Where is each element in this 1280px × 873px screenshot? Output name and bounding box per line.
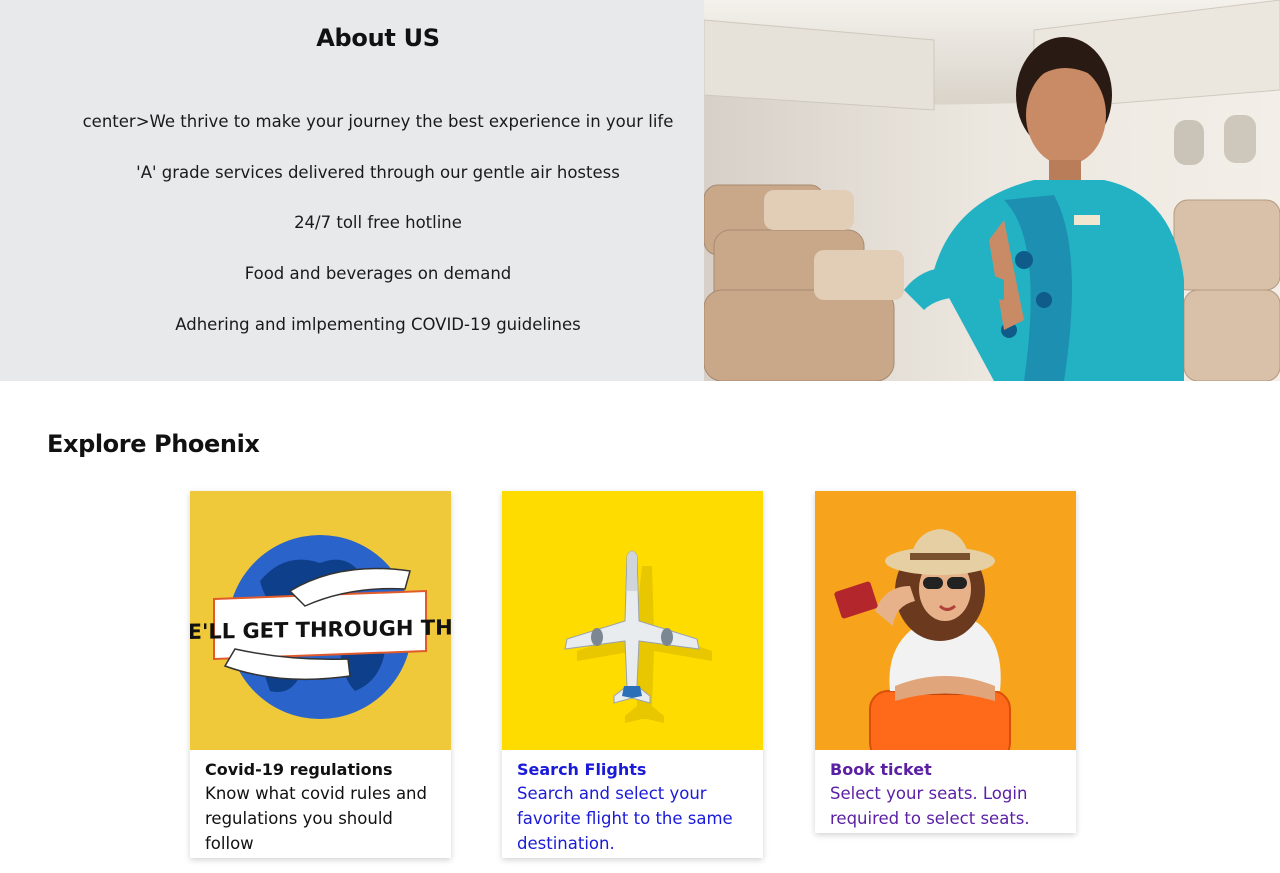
search-flights-card[interactable]: Search Flights Search and select your fa… [502,491,763,858]
card-description: Select your seats. Login required to sel… [830,784,1030,828]
card-description: Search and select your favorite flight t… [517,784,733,853]
about-title: About US [316,24,440,52]
explore-title: Explore Phoenix [47,430,260,458]
about-line: center>We thrive to make your journey th… [82,112,674,131]
about-list: center>We thrive to make your journey th… [0,110,756,363]
covid-card[interactable]: WE'LL GET THROUGH THIS Covid-19 regulati… [190,491,451,858]
traveler-image [815,491,1076,750]
about-line: 'A' grade services delivered through our… [136,162,620,182]
card-title: Book ticket [830,760,932,779]
air-hostess-photo [704,0,1280,381]
about-line: Food and beverages on demand [244,264,512,284]
about-line: Adhering and imlpementing COVID-19 guide… [175,314,581,334]
covid-banner-text: WE'LL GET THROUGH THIS [190,615,451,644]
search-flights-card-body: Search Flights Search and select your fa… [502,750,763,858]
covid-card-body: Covid-19 regulations Know what covid rul… [190,750,451,858]
about-line: 24/7 toll free hotline [294,213,462,233]
card-description: Know what covid rules and regulations yo… [205,784,427,853]
book-ticket-card-body: Book ticket Select your seats. Login req… [815,750,1076,833]
card-title: Search Flights [517,760,647,779]
covid-card-image: WE'LL GET THROUGH THIS [190,491,451,750]
card-title: Covid-19 regulations [205,760,393,779]
about-text-panel: About US center>We thrive to make your j… [0,0,704,381]
about-section: About US center>We thrive to make your j… [0,0,1280,381]
airplane-image [502,491,763,750]
book-ticket-card[interactable]: Book ticket Select your seats. Login req… [815,491,1076,833]
